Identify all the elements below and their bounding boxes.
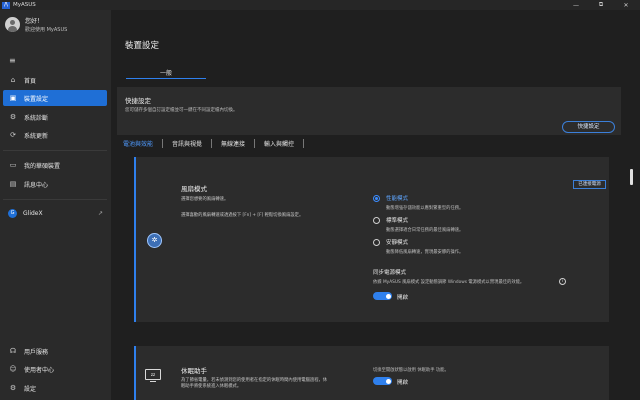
sidebar-item-customer-support[interactable]: ☊ 用戶服務 xyxy=(3,343,107,359)
tab-indicator xyxy=(126,78,206,79)
home-icon: ⌂ xyxy=(10,76,16,84)
welcome-text: 歡迎使用 MyASUS xyxy=(25,27,68,33)
fan-mode-title: 風扇模式 xyxy=(181,185,207,193)
quick-settings-desc: 您可儲存多個自訂設定檔並可一鍵在不同設定檔內切換。 xyxy=(125,108,238,113)
sidebar-item-label: 用戶服務 xyxy=(24,348,49,356)
fan-mode-desc: 選擇您想要的風扇轉速。 xyxy=(181,197,229,202)
tab-general[interactable]: 一般 xyxy=(126,68,206,77)
sidebar-item-message-center[interactable]: ▤ 訊息中心 xyxy=(3,176,107,192)
sidebar-item-label: 裝置設定 xyxy=(24,95,49,103)
sidebar-item-label: GlideX xyxy=(23,209,43,217)
external-link-icon: ↗ xyxy=(97,209,103,217)
radio-performance[interactable] xyxy=(373,195,380,202)
sleep-assistant-toggle[interactable] xyxy=(373,377,392,385)
avatar xyxy=(5,17,20,32)
sleep-assistant-toggle-label: 開啟 xyxy=(397,380,409,386)
option-standard-label: 標準模式 xyxy=(386,218,409,224)
option-whisper-desc: 動態降低風扇轉速，實現最安靜的操作。 xyxy=(386,250,464,255)
menu-icon[interactable]: ≡ xyxy=(9,57,16,65)
message-icon: ▤ xyxy=(9,180,17,188)
sidebar-item-label: 首頁 xyxy=(24,77,37,85)
sleep-assistant-card: zz 休眠助手 為了節省電量，若未偵測到您的使用者在指定的休眠時間內使用電腦過程… xyxy=(134,346,609,400)
quick-settings-title: 快捷設定 xyxy=(125,97,151,105)
user-icon: ☺ xyxy=(9,365,17,373)
diagnostics-icon: ⚙ xyxy=(9,113,17,121)
app-title: MyASUS xyxy=(13,2,36,8)
sidebar-item-label: 我的華碩裝置 xyxy=(24,162,61,170)
sidebar-item-label: 系統診斷 xyxy=(24,114,49,122)
user-profile[interactable]: 您好！ 歡迎使用 MyASUS xyxy=(5,16,67,33)
monitor-sleep-icon: zz xyxy=(145,369,161,382)
sidebar-item-user-center[interactable]: ☺ 使用者中心 xyxy=(3,361,107,377)
sidebar-item-system-update[interactable]: ⟳ 系統更新 xyxy=(3,127,107,143)
quick-settings-panel: 快捷設定 您可儲存多個自訂設定檔並可一鍵在不同設定檔內切換。 快捷設定 xyxy=(117,87,621,135)
option-performance-label: 性能模式 xyxy=(386,196,409,202)
subtab-bar: 電池與效能 音訊與視覺 無線連接 輸入與觸控 xyxy=(123,136,305,150)
option-performance-desc: 動態增強存儲效能以應對繁重型的任務。 xyxy=(386,206,464,211)
sleep-assistant-hint: 切換至開啟狀態以啟用 休眠助手 功能。 xyxy=(373,368,449,373)
option-standard-desc: 動態選擇適合日常任務的最佳風扇轉速。 xyxy=(386,228,464,233)
sleep-assistant-desc: 為了節省電量，若未偵測到您的使用者在指定的休眠時間內使用電腦過程，休眠助手將使系… xyxy=(181,378,328,389)
sidebar-item-label: 使用者中心 xyxy=(24,366,55,374)
divider xyxy=(3,150,107,151)
sync-power-title: 同步電源模式 xyxy=(373,270,407,276)
sidebar-item-label: 系統更新 xyxy=(24,132,49,140)
gear-icon: ⚙ xyxy=(9,384,17,392)
sidebar-item-diagnostics[interactable]: ⚙ 系統診斷 xyxy=(3,109,107,125)
glidex-icon: G xyxy=(8,208,17,218)
sidebar-item-glidex[interactable]: G GlideX ↗ xyxy=(3,205,107,221)
restore-button[interactable]: ⧉ xyxy=(592,0,610,10)
info-icon[interactable]: i xyxy=(559,278,566,285)
sidebar-item-home[interactable]: ⌂ 首頁 xyxy=(3,72,107,88)
sidebar-item-device-settings[interactable]: ▣ 裝置設定 xyxy=(3,90,107,106)
subtab-input-touch[interactable]: 輸入與觸控 xyxy=(255,139,303,148)
minimize-button[interactable]: — xyxy=(567,0,585,10)
radio-standard[interactable] xyxy=(373,217,380,224)
radio-whisper[interactable] xyxy=(373,239,380,246)
headset-icon: ☊ xyxy=(9,347,17,355)
sidebar-item-label: 設定 xyxy=(24,385,37,393)
power-status-badge: 已連接電源 xyxy=(573,180,606,189)
subtab-wireless[interactable]: 無線連接 xyxy=(212,139,254,148)
sidebar-item-label: 訊息中心 xyxy=(24,181,49,189)
main-content: 裝置設定 一般 快捷設定 您可儲存多個自訂設定檔並可一鍵在不同設定檔內切換。 快… xyxy=(111,10,640,400)
quick-settings-button[interactable]: 快捷設定 xyxy=(562,121,615,133)
close-button[interactable]: ✕ xyxy=(617,0,635,10)
sidebar-item-my-devices[interactable]: ▭ 我的華碩裝置 xyxy=(3,157,107,173)
device-icon: ▭ xyxy=(9,161,17,169)
divider xyxy=(3,199,107,200)
scrollbar[interactable] xyxy=(630,169,633,185)
greeting-text: 您好！ xyxy=(25,18,44,25)
sidebar: 您好！ 歡迎使用 MyASUS ≡ ⌂ 首頁 ▣ 裝置設定 ⚙ 系統診斷 ⟳ 系… xyxy=(0,10,111,400)
update-icon: ⟳ xyxy=(10,131,16,139)
divider xyxy=(303,138,305,148)
sync-power-toggle-label: 開啟 xyxy=(397,295,409,301)
title-bar: /\ MyASUS — ⧉ ✕ xyxy=(0,0,640,10)
sync-power-desc: 依據 MyASUS 風扇模式 設定動態調節 Windows 電源模式以實現最佳的… xyxy=(373,280,525,285)
fan-mode-hint: 選擇喜歡的風扇轉速或透過按下 [Fn] + [F] 輕鬆切換風扇設定。 xyxy=(181,213,304,218)
fan-icon: ✲ xyxy=(147,233,162,248)
option-whisper-label: 安靜模式 xyxy=(386,240,409,246)
subtab-battery-performance[interactable]: 電池與效能 xyxy=(123,139,162,148)
asus-logo-icon: /\ xyxy=(2,1,10,9)
sleep-assistant-title: 休眠助手 xyxy=(181,367,207,375)
sidebar-item-settings[interactable]: ⚙ 設定 xyxy=(3,380,107,396)
device-settings-icon: ▣ xyxy=(9,94,17,102)
subtab-audio-visual[interactable]: 音訊與視覺 xyxy=(163,139,211,148)
fan-mode-card: ✲ 風扇模式 選擇您想要的風扇轉速。 選擇喜歡的風扇轉速或透過按下 [Fn] +… xyxy=(134,157,609,322)
page-title: 裝置設定 xyxy=(125,41,160,51)
sync-power-toggle[interactable] xyxy=(373,292,392,300)
